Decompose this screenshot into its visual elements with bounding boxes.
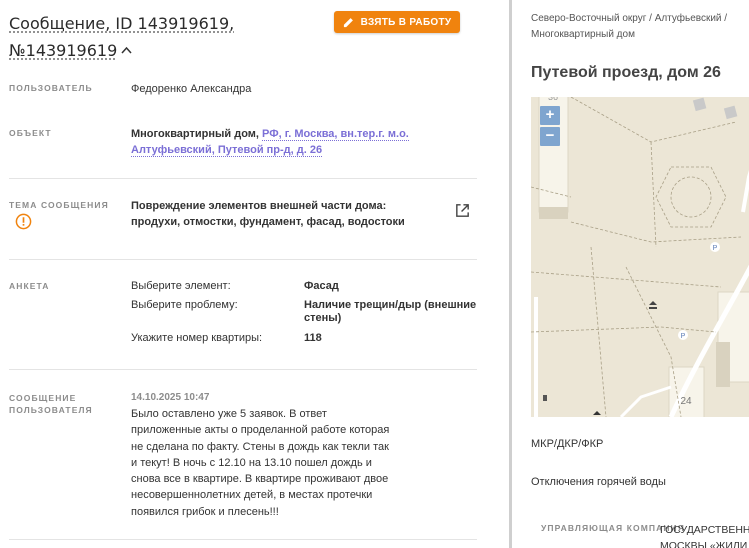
mkr-link[interactable]: МКР/ДКР/ФКР (531, 438, 603, 450)
address-title: Путевой проезд, дом 26 (531, 64, 721, 81)
message-text: Было оставлено уже 5 заявок. В ответ при… (131, 408, 390, 518)
object-info-panel: Северо-Восточный округ / Алтуфьевский / … (512, 0, 749, 548)
anketa-answer: 118 (304, 332, 322, 344)
pencil-icon (343, 17, 353, 27)
object-row: ОБЪЕКТ Многоквартирный дом, РФ, г. Москв… (9, 126, 477, 166)
topic-row: ТЕМА СООБЩЕНИЯ Повреждение элементов вне… (9, 198, 477, 243)
divider (9, 178, 477, 179)
anketa-question: Выберите элемент: (131, 280, 231, 292)
user-label: ПОЛЬЗОВАТЕЛЬ (9, 83, 93, 93)
divider (9, 369, 477, 370)
chevron-up-icon[interactable] (121, 36, 132, 61)
user-message-section: СООБЩЕНИЕ ПОЛЬЗОВАТЕЛЯ 14.10.2025 10:47 … (9, 392, 477, 522)
message-label: СООБЩЕНИЕ ПОЛЬЗОВАТЕЛЯ (9, 393, 93, 415)
map-label-top: 36 (548, 97, 558, 102)
user-value: Федоренко Александра (131, 83, 252, 95)
management-company-line: МОСКВЫ «ЖИЛИ (660, 540, 748, 548)
zoom-in-icon[interactable]: + (540, 106, 560, 125)
management-company-line: ГОСУДАРСТВЕНН (660, 524, 749, 536)
page-title: Сообщение, ID 143919619, №143919619 (9, 11, 299, 63)
divider (9, 539, 477, 540)
take-to-work-button[interactable]: ВЗЯТЬ В РАБОТУ (334, 11, 460, 33)
anketa-question: Укажите номер квартиры: (131, 332, 263, 344)
object-type: Многоквартирный дом, (131, 128, 259, 140)
management-company-value: ГОСУДАРСТВЕНН МОСКВЫ «ЖИЛИ (660, 522, 749, 548)
anketa-answer: Наличие трещин/дыр (внешние стены) (304, 299, 477, 324)
anketa-section: АНКЕТА Выберите элемент: Фасад Выберите … (9, 280, 477, 350)
hot-water-link[interactable]: Отключения горячей воды (531, 476, 666, 488)
user-row: ПОЛЬЗОВАТЕЛЬ Федоренко Александра (9, 82, 477, 102)
breadcrumb: Северо-Восточный округ / Алтуфьевский / … (531, 13, 728, 40)
warning-circle-icon (15, 213, 32, 230)
object-value: Многоквартирный дом, РФ, г. Москва, вн.т… (131, 126, 411, 158)
map-background: P P 36 24 (531, 97, 749, 417)
divider (9, 259, 477, 260)
object-label: ОБЪЕКТ (9, 128, 52, 138)
message-details-panel: Сообщение, ID 143919619, №143919619 ВЗЯТ… (0, 0, 508, 548)
take-to-work-label: ВЗЯТЬ В РАБОТУ (360, 16, 452, 28)
anketa-question: Выберите проблему: (131, 299, 238, 311)
parking-marker: P (713, 245, 718, 252)
message-date: 14.10.2025 10:47 (131, 392, 210, 403)
zoom-out-icon[interactable]: − (540, 127, 560, 146)
external-link-icon[interactable] (454, 202, 471, 219)
anketa-label: АНКЕТА (9, 281, 50, 291)
map[interactable]: P P 36 24 + − (531, 97, 749, 417)
anketa-answer: Фасад (304, 280, 339, 292)
topic-value: Повреждение элементов внешней части дома… (131, 200, 405, 228)
topic-label: ТЕМА СООБЩЕНИЯ (9, 200, 109, 210)
building-number-label: 24 (680, 396, 692, 407)
parking-marker: P (681, 333, 686, 340)
